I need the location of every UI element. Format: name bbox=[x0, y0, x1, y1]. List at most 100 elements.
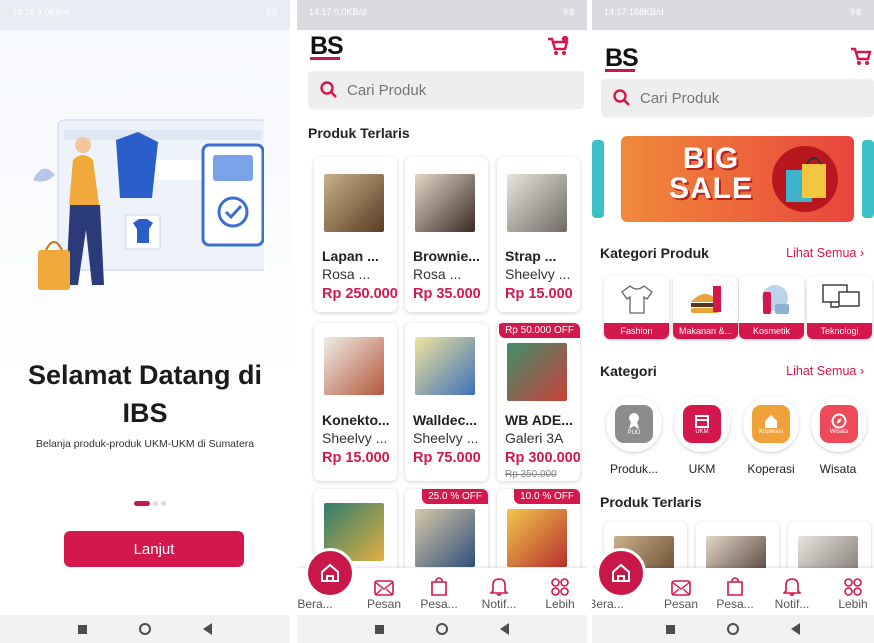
category-tile-makanan[interactable]: Makanan &... bbox=[673, 276, 738, 339]
category-label: Fashion bbox=[604, 323, 669, 339]
product-card[interactable]: Konekto... Sheelvy ... Rp 15.000 bbox=[314, 323, 397, 481]
banner-next-peek[interactable] bbox=[862, 140, 874, 218]
tab-beranda[interactable]: Bera... bbox=[297, 597, 339, 611]
category-tile-kosmetik[interactable]: Kosmetik bbox=[739, 276, 804, 339]
award-icon: PUD bbox=[615, 405, 653, 443]
product-card[interactable]: Brownie... Rosa ... Rp 35.000 bbox=[405, 157, 488, 312]
shopping-illustration bbox=[33, 119, 264, 290]
home-icon bbox=[321, 563, 339, 582]
grid-icon bbox=[844, 578, 862, 596]
tab-label: Notif... bbox=[774, 597, 810, 611]
tab-label: Pesan bbox=[663, 597, 699, 611]
tab-label: Notif... bbox=[481, 597, 517, 611]
bottom-tab-bar: Bera... Pesan Pesa... Notif... Lebih bbox=[592, 548, 874, 615]
search-input[interactable] bbox=[347, 81, 547, 99]
home-icon[interactable] bbox=[436, 623, 448, 635]
discount-badge: 25.0 % OFF bbox=[422, 489, 488, 504]
mail-icon bbox=[671, 580, 691, 596]
product-image bbox=[415, 174, 475, 232]
category-tile-teknologi[interactable]: Teknologi bbox=[807, 276, 872, 339]
next-button[interactable]: Lanjut bbox=[64, 531, 244, 567]
product-list-screen: 14:17 0,0KB/d 98 BS Produk Terlaris Lapa… bbox=[297, 0, 587, 643]
promo-banner[interactable]: BIG SALE bbox=[621, 136, 854, 222]
search-bar[interactable] bbox=[601, 79, 874, 117]
compass-icon: Wisata bbox=[820, 405, 858, 443]
home-icon[interactable] bbox=[139, 623, 151, 635]
app-logo[interactable]: BS bbox=[310, 32, 344, 60]
back-icon[interactable] bbox=[203, 623, 212, 635]
android-nav-bar bbox=[0, 615, 290, 643]
see-all-categories[interactable]: Lihat Semua › bbox=[786, 364, 864, 378]
cosmetics-icon bbox=[762, 285, 789, 314]
back-icon[interactable] bbox=[500, 623, 509, 635]
tab-lebih[interactable]: Lebih bbox=[536, 578, 584, 611]
tshirt-icon bbox=[621, 285, 653, 314]
status-bar: 14:16 3,0KB/d 98 bbox=[0, 0, 290, 30]
home-tab-button[interactable] bbox=[305, 548, 355, 598]
cart-icon[interactable] bbox=[850, 46, 872, 66]
product-card[interactable]: 10.0 % OFF bbox=[497, 489, 580, 579]
recents-icon[interactable] bbox=[375, 624, 384, 634]
back-icon[interactable] bbox=[791, 623, 800, 635]
product-card[interactable]: Walldec... Sheelvy ... Rp 75.000 bbox=[405, 323, 488, 481]
category-label: Kosmetik bbox=[739, 323, 804, 339]
category-produk[interactable]: PUD bbox=[606, 396, 662, 452]
android-nav-bar bbox=[297, 615, 587, 643]
home-icon bbox=[612, 563, 630, 582]
tab-pesan[interactable]: Pesan bbox=[657, 580, 705, 611]
product-shop: Sheelvy ... bbox=[413, 430, 479, 446]
welcome-subtitle: Belanja produk-produk UKM-UKM di Sumater… bbox=[35, 438, 255, 450]
recents-icon[interactable] bbox=[78, 624, 87, 634]
shopping-bag-icon bbox=[772, 146, 838, 212]
product-shop: Galeri 3A bbox=[505, 430, 564, 446]
page-indicator bbox=[134, 501, 166, 506]
tab-beranda[interactable]: Bera... bbox=[592, 597, 630, 611]
tab-notifikasi[interactable]: Notif... bbox=[768, 576, 816, 611]
category-icon-text: UKM bbox=[695, 429, 709, 435]
search-bar[interactable] bbox=[308, 71, 584, 109]
category-label: Wisata bbox=[819, 462, 857, 476]
product-card[interactable]: 25.0 % OFF bbox=[405, 489, 488, 579]
android-nav-bar bbox=[592, 615, 874, 643]
tab-pesan[interactable]: Pesan bbox=[360, 580, 408, 611]
category-tile-fashion[interactable]: Fashion bbox=[604, 276, 669, 339]
bottom-tab-bar: Bera... Pesan Pesa... Notif... Lebih bbox=[297, 548, 587, 615]
product-image bbox=[507, 343, 567, 401]
product-card[interactable]: Lapan ... Rosa ... Rp 250.000 bbox=[314, 157, 397, 312]
tab-notifikasi[interactable]: Notif... bbox=[475, 576, 523, 611]
recents-icon[interactable] bbox=[666, 624, 675, 634]
category-icon-text: Wisata bbox=[829, 429, 849, 435]
product-image bbox=[415, 337, 475, 395]
devices-icon bbox=[822, 284, 860, 308]
store-icon: UKM bbox=[683, 405, 721, 443]
app-logo[interactable]: BS bbox=[605, 44, 639, 72]
category-label: Produk... bbox=[609, 462, 659, 476]
section-title: Produk Terlaris bbox=[308, 125, 410, 141]
category-wisata[interactable]: Wisata bbox=[811, 396, 867, 452]
home-icon[interactable] bbox=[727, 623, 739, 635]
see-all-product-categories[interactable]: Lihat Semua › bbox=[786, 246, 864, 260]
product-card[interactable]: Rp 50.000 OFF WB ADE... Galeri 3A Rp 300… bbox=[497, 323, 580, 481]
product-image bbox=[507, 174, 567, 232]
product-name: Walldec... bbox=[413, 412, 478, 428]
home-tab-button[interactable] bbox=[596, 548, 646, 598]
tab-label: Pesa... bbox=[420, 597, 458, 611]
welcome-title-line1: Selamat Datang di bbox=[27, 360, 263, 390]
product-old-price: Rp 350.000 bbox=[505, 469, 557, 480]
tab-label: Lebih bbox=[838, 597, 868, 611]
cart-icon[interactable] bbox=[547, 36, 569, 56]
banner-previous-peek[interactable] bbox=[592, 140, 604, 218]
search-input[interactable] bbox=[640, 89, 840, 107]
product-image bbox=[324, 174, 384, 232]
discount-badge: 10.0 % OFF bbox=[514, 489, 580, 504]
tab-pesanan[interactable]: Pesa... bbox=[415, 576, 463, 611]
product-name: Lapan ... bbox=[322, 248, 379, 264]
category-ukm[interactable]: UKM bbox=[674, 396, 730, 452]
see-all-label: Lihat Semua bbox=[786, 364, 857, 378]
building-icon: Koperasi bbox=[752, 405, 790, 443]
category-koperasi[interactable]: Koperasi bbox=[743, 396, 799, 452]
product-card[interactable]: Strap ... Sheelvy ... Rp 15.000 bbox=[497, 157, 580, 312]
see-all-label: Lihat Semua bbox=[786, 246, 857, 260]
tab-pesanan[interactable]: Pesa... bbox=[711, 576, 759, 611]
tab-lebih[interactable]: Lebih bbox=[829, 578, 874, 611]
